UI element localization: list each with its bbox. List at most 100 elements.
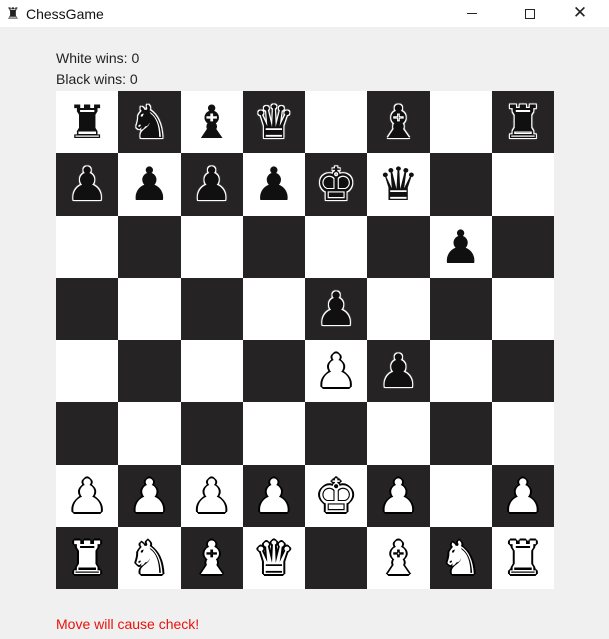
square-c4[interactable] <box>180 340 243 403</box>
square-f5[interactable] <box>367 277 430 340</box>
white-wins-label: White wins: 0 <box>56 50 140 66</box>
black-queen-icon[interactable]: ♛ <box>253 99 294 145</box>
square-b1[interactable]: ♞ <box>118 526 181 589</box>
square-b3[interactable] <box>118 402 181 465</box>
square-h8[interactable]: ♜ <box>491 91 554 154</box>
minimize-icon <box>467 13 477 14</box>
square-h2[interactable]: ♟ <box>491 464 554 527</box>
white-pawn-icon[interactable]: ♟ <box>129 473 170 519</box>
square-e5[interactable]: ♟ <box>305 277 368 340</box>
square-e7[interactable]: ♚ <box>305 153 368 216</box>
black-pawn-icon[interactable]: ♟ <box>316 286 357 332</box>
square-f7[interactable]: ♛ <box>367 153 430 216</box>
black-knight-icon[interactable]: ♞ <box>129 99 170 145</box>
square-d1[interactable]: ♛ <box>242 526 305 589</box>
black-pawn-icon[interactable]: ♟ <box>378 348 419 394</box>
square-d5[interactable] <box>242 277 305 340</box>
white-pawn-icon[interactable]: ♟ <box>502 473 543 519</box>
square-d6[interactable] <box>242 215 305 278</box>
square-f6[interactable] <box>367 215 430 278</box>
square-a4[interactable] <box>56 340 119 403</box>
square-g3[interactable] <box>429 402 492 465</box>
square-h4[interactable] <box>491 340 554 403</box>
square-b4[interactable] <box>118 340 181 403</box>
white-pawn-icon[interactable]: ♟ <box>67 473 108 519</box>
white-knight-icon[interactable]: ♞ <box>440 535 481 581</box>
square-f2[interactable]: ♟ <box>367 464 430 527</box>
square-a6[interactable] <box>56 215 119 278</box>
black-bishop-icon[interactable]: ♝ <box>378 99 419 145</box>
black-pawn-icon[interactable]: ♟ <box>191 161 232 207</box>
square-e8[interactable] <box>305 91 368 154</box>
white-bishop-icon[interactable]: ♝ <box>378 535 419 581</box>
square-a2[interactable]: ♟ <box>56 464 119 527</box>
square-c8[interactable]: ♝ <box>180 91 243 154</box>
square-d4[interactable] <box>242 340 305 403</box>
square-b6[interactable] <box>118 215 181 278</box>
black-pawn-icon[interactable]: ♟ <box>253 161 294 207</box>
square-b5[interactable] <box>118 277 181 340</box>
square-a3[interactable] <box>56 402 119 465</box>
close-icon: ✕ <box>572 3 588 23</box>
status-message: Move will cause check! <box>56 616 200 632</box>
minimize-button[interactable] <box>443 0 501 27</box>
square-f3[interactable] <box>367 402 430 465</box>
square-a5[interactable] <box>56 277 119 340</box>
square-h7[interactable] <box>491 153 554 216</box>
white-pawn-icon[interactable]: ♟ <box>378 473 419 519</box>
square-b8[interactable]: ♞ <box>118 91 181 154</box>
square-g8[interactable] <box>429 91 492 154</box>
black-pawn-icon[interactable]: ♟ <box>129 161 170 207</box>
square-c1[interactable]: ♝ <box>180 526 243 589</box>
square-a7[interactable]: ♟ <box>56 153 119 216</box>
square-f4[interactable]: ♟ <box>367 340 430 403</box>
square-a1[interactable]: ♜ <box>56 526 119 589</box>
square-e2[interactable]: ♚ <box>305 464 368 527</box>
white-pawn-icon[interactable]: ♟ <box>253 473 294 519</box>
square-e1[interactable] <box>305 526 368 589</box>
square-b2[interactable]: ♟ <box>118 464 181 527</box>
square-e6[interactable] <box>305 215 368 278</box>
square-e3[interactable] <box>305 402 368 465</box>
square-c6[interactable] <box>180 215 243 278</box>
square-d8[interactable]: ♛ <box>242 91 305 154</box>
black-rook-icon[interactable]: ♜ <box>67 99 108 145</box>
square-h6[interactable] <box>491 215 554 278</box>
square-g7[interactable] <box>429 153 492 216</box>
square-f1[interactable]: ♝ <box>367 526 430 589</box>
black-king-icon[interactable]: ♚ <box>316 161 357 207</box>
white-pawn-icon[interactable]: ♟ <box>191 473 232 519</box>
square-f8[interactable]: ♝ <box>367 91 430 154</box>
white-knight-icon[interactable]: ♞ <box>129 535 170 581</box>
square-b7[interactable]: ♟ <box>118 153 181 216</box>
white-pawn-icon[interactable]: ♟ <box>316 348 357 394</box>
square-g2[interactable] <box>429 464 492 527</box>
white-bishop-icon[interactable]: ♝ <box>191 535 232 581</box>
white-rook-icon[interactable]: ♜ <box>502 535 543 581</box>
square-c2[interactable]: ♟ <box>180 464 243 527</box>
close-button[interactable]: ✕ <box>551 0 609 27</box>
square-g5[interactable] <box>429 277 492 340</box>
black-pawn-icon[interactable]: ♟ <box>67 161 108 207</box>
white-queen-icon[interactable]: ♛ <box>253 535 294 581</box>
square-g6[interactable]: ♟ <box>429 215 492 278</box>
square-g1[interactable]: ♞ <box>429 526 492 589</box>
square-h1[interactable]: ♜ <box>491 526 554 589</box>
white-king-icon[interactable]: ♚ <box>316 473 357 519</box>
square-h3[interactable] <box>491 402 554 465</box>
square-h5[interactable] <box>491 277 554 340</box>
black-rook-icon[interactable]: ♜ <box>502 99 543 145</box>
black-queen-icon[interactable]: ♛ <box>378 161 419 207</box>
square-c3[interactable] <box>180 402 243 465</box>
square-c5[interactable] <box>180 277 243 340</box>
square-c7[interactable]: ♟ <box>180 153 243 216</box>
square-d7[interactable]: ♟ <box>242 153 305 216</box>
black-pawn-icon[interactable]: ♟ <box>440 224 481 270</box>
white-rook-icon[interactable]: ♜ <box>67 535 108 581</box>
square-e4[interactable]: ♟ <box>305 340 368 403</box>
square-g4[interactable] <box>429 340 492 403</box>
square-d3[interactable] <box>242 402 305 465</box>
square-a8[interactable]: ♜ <box>56 91 119 154</box>
black-bishop-icon[interactable]: ♝ <box>191 99 232 145</box>
square-d2[interactable]: ♟ <box>242 464 305 527</box>
